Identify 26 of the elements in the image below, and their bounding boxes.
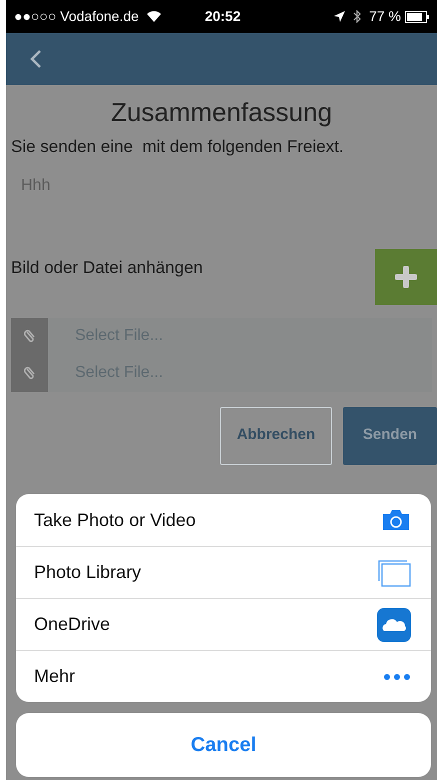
- battery-icon: [405, 10, 429, 22]
- send-button[interactable]: Senden: [343, 406, 437, 464]
- paperclip-icon: [24, 329, 36, 343]
- camera-icon: [381, 508, 411, 532]
- add-button[interactable]: [375, 248, 437, 304]
- action-sheet-item[interactable]: OneDrive: [16, 598, 431, 650]
- action-sheet-item[interactable]: Take Photo or Video: [16, 494, 431, 546]
- cloud-icon: [377, 608, 411, 642]
- sheet-cancel-button[interactable]: Cancel: [16, 713, 431, 777]
- more-icon: [383, 672, 411, 680]
- plus-icon: [395, 266, 417, 288]
- location-arrow-icon: [334, 11, 346, 22]
- bluetooth-icon: [353, 10, 362, 23]
- wifi-icon: [146, 11, 161, 22]
- action-sheet-item[interactable]: Photo Library: [16, 546, 431, 598]
- chevron-left-icon: [30, 49, 42, 69]
- abort-form-button[interactable]: Abbrechen: [220, 406, 332, 464]
- summary-text: Sie senden eine mit dem folgenden Freiext.: [11, 136, 345, 158]
- carrier-text: ●●○○○ Vodafone.de: [14, 7, 139, 26]
- paperclip-icon: [24, 366, 36, 380]
- action-sheet-item[interactable]: Mehr: [16, 650, 431, 702]
- page-title: Zusammenfassung: [110, 96, 334, 129]
- clock-text: 20:52: [204, 7, 241, 26]
- stacked-squares-icon: [377, 558, 411, 586]
- attach-label: Bild oder Datei anhängen: [11, 256, 203, 278]
- battery-text: 77 %: [369, 7, 401, 26]
